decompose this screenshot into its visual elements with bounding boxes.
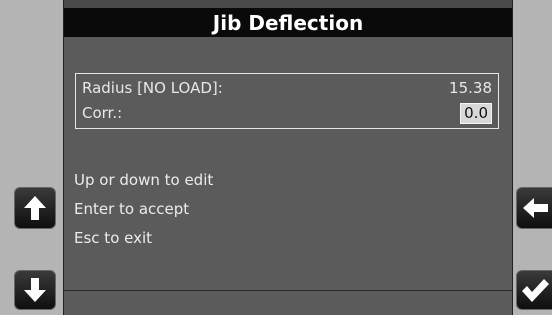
arrow-up-icon [24,196,46,220]
radius-row: Radius [NO LOAD]: 15.38 [82,77,492,99]
info-panel: Radius [NO LOAD]: 15.38 Corr.: 0.0 [75,73,499,129]
checkmark-icon [522,279,549,302]
instructions: Up or down to edit Enter to accept Esc t… [74,166,213,253]
up-button[interactable] [14,187,56,229]
corr-value-field[interactable]: 0.0 [460,102,492,124]
instruction-accept: Enter to accept [74,200,190,218]
bottom-divider [64,290,512,291]
page-title: Jib Deflection [212,10,364,35]
arrow-down-icon [24,278,46,302]
instruction-edit: Up or down to edit [74,171,214,189]
back-button[interactable] [516,187,552,229]
down-button[interactable] [14,270,56,310]
arrow-left-icon [523,198,548,218]
top-strip [64,0,512,8]
radius-label: Radius [NO LOAD]: [82,79,223,97]
title-bar: Jib Deflection [64,8,512,37]
corr-row: Corr.: 0.0 [82,102,492,124]
accept-button[interactable] [516,270,552,310]
instruction-exit: Esc to exit [74,229,153,247]
corr-label: Corr.: [82,104,123,122]
radius-value: 15.38 [449,79,492,97]
display-screen: Jib Deflection Radius [NO LOAD]: 15.38 C… [63,0,513,315]
